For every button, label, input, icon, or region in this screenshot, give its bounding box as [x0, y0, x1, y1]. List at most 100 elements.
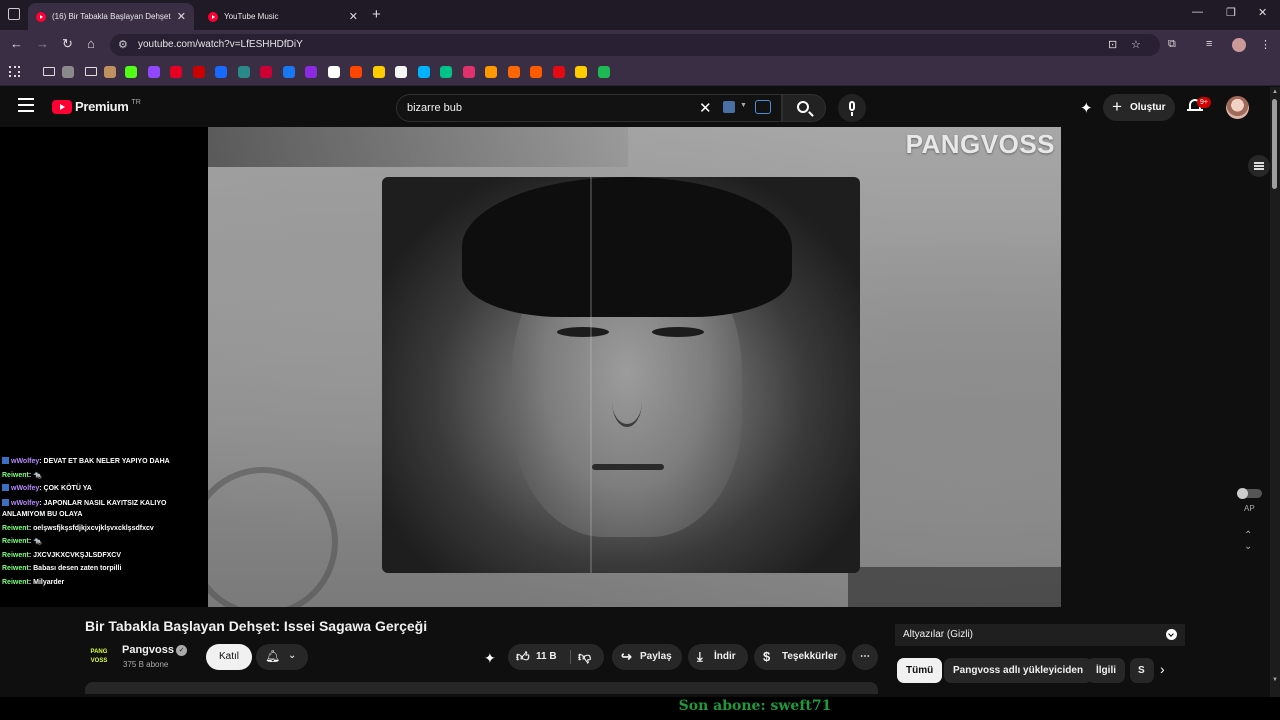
- bookmark-icon[interactable]: [507, 66, 520, 78]
- like-icon[interactable]: 👍︎: [516, 644, 530, 670]
- browser-tab-video[interactable]: (16) Bir Tabakla Başlayan Dehşet: I ✕: [28, 3, 194, 30]
- bookmark-icon[interactable]: [215, 66, 227, 78]
- share-icon: ↪: [621, 649, 632, 664]
- page-scrollbar[interactable]: ▲ ▼: [1270, 87, 1280, 697]
- scrollbar-thumb[interactable]: [1272, 99, 1277, 189]
- chevron-down-icon[interactable]: ▼: [740, 102, 747, 109]
- new-tab-button[interactable]: +: [372, 6, 381, 23]
- chat-messages: wWolfey: DEVAT ET BAK NELER YAPIYO DAHA R…: [2, 455, 202, 589]
- share-button[interactable]: ↪ Paylaş: [612, 644, 682, 670]
- bookmark-icon[interactable]: [372, 66, 385, 78]
- keyboard-icon[interactable]: [723, 101, 735, 113]
- address-bar[interactable]: ⚙ youtube.com/watch?v=LfESHHDfDiY: [110, 34, 1160, 56]
- extensions-icon[interactable]: ⧉: [1168, 38, 1176, 51]
- bookmark-icon[interactable]: [395, 66, 407, 78]
- chip-all[interactable]: Tümü: [897, 658, 943, 683]
- notification-count-badge: 9+: [1197, 97, 1211, 108]
- media-controls-icon[interactable]: ≡: [1206, 38, 1212, 50]
- bookmark-icon[interactable]: [417, 66, 430, 78]
- player-side-panel: [1061, 127, 1270, 607]
- search-input[interactable]: bizarre bub ✕ ▼: [396, 94, 782, 122]
- channel-name[interactable]: Pangvoss: [122, 644, 174, 656]
- more-actions-icon[interactable]: ⋯: [852, 644, 878, 670]
- back-icon[interactable]: ←: [10, 36, 23, 51]
- bookmark-icon[interactable]: [305, 66, 317, 78]
- bookmark-icon[interactable]: [282, 66, 295, 78]
- thanks-button[interactable]: $ Teşekkürler: [754, 644, 846, 670]
- create-button[interactable]: + Oluştur: [1103, 94, 1175, 121]
- bookmark-icon[interactable]: [485, 66, 497, 78]
- bookmark-icon[interactable]: [260, 66, 272, 78]
- voice-search-button[interactable]: [838, 94, 866, 122]
- tab-title: YouTube Music: [224, 12, 279, 21]
- scroll-up-icon[interactable]: ▲: [1272, 89, 1278, 95]
- bookmark-icon[interactable]: [192, 66, 205, 78]
- reload-icon[interactable]: ↻: [62, 36, 73, 52]
- clear-search-icon[interactable]: ✕: [699, 99, 712, 117]
- bookmark-star-icon[interactable]: ☆: [1131, 38, 1141, 51]
- browser-tab-youtube-music[interactable]: YouTube Music ✕: [200, 3, 366, 30]
- grunge-texture: [848, 567, 1061, 607]
- tab-search-icon[interactable]: [8, 8, 20, 20]
- bookmark-icon[interactable]: [327, 66, 340, 78]
- search-button[interactable]: [782, 94, 826, 122]
- ask-gemini-icon[interactable]: ✦: [484, 650, 496, 667]
- nose: [612, 377, 642, 427]
- captions-dropdown[interactable]: Altyazılar (Gizli): [895, 624, 1185, 646]
- minimize-window-icon[interactable]: —: [1192, 6, 1203, 18]
- gemini-icon[interactable]: ✦: [1080, 99, 1093, 117]
- channel-avatar[interactable]: PANG VOSS: [85, 643, 113, 671]
- account-avatar[interactable]: [1226, 96, 1249, 119]
- home-icon[interactable]: ⌂: [87, 36, 95, 51]
- chat-message: Reiwent: JXCVJKXCVKŞJLSDFXCV: [2, 549, 202, 563]
- youtube-premium-logo[interactable]: Premium TR: [52, 99, 141, 114]
- logo-region: TR: [131, 99, 141, 106]
- dislike-icon[interactable]: 👎︎: [578, 644, 591, 670]
- bookmark-icon[interactable]: [530, 66, 542, 78]
- chip-from-uploader[interactable]: Pangvoss adlı yükleyiciden: [944, 658, 1093, 683]
- profile-avatar[interactable]: [1232, 38, 1246, 52]
- scroll-down-icon[interactable]: ▼: [1272, 677, 1278, 683]
- bookmark-icon[interactable]: [350, 66, 362, 78]
- site-info-icon[interactable]: ⚙: [118, 38, 128, 51]
- description-box[interactable]: [85, 682, 878, 694]
- bookmark-icon[interactable]: [62, 66, 74, 78]
- close-tab-icon[interactable]: ✕: [349, 10, 358, 23]
- bookmark-icon[interactable]: [237, 66, 250, 78]
- folder-icon[interactable]: [43, 67, 55, 76]
- bookmark-icon[interactable]: [125, 66, 137, 78]
- bookmark-icon[interactable]: [104, 66, 116, 78]
- thanks-label: Teşekkürler: [782, 651, 838, 662]
- chip-related[interactable]: İlgili: [1087, 658, 1125, 683]
- subscription-notifications-button[interactable]: 🔔︎ ⌄: [256, 644, 308, 670]
- hamburger-menu-icon[interactable]: [18, 98, 34, 112]
- visual-search-icon[interactable]: [755, 100, 771, 114]
- chip-partial[interactable]: S: [1130, 658, 1154, 683]
- install-app-icon[interactable]: ⊡: [1108, 38, 1117, 51]
- bookmark-icon[interactable]: [597, 66, 610, 78]
- forward-icon[interactable]: →: [36, 36, 49, 51]
- bookmark-icon[interactable]: [170, 66, 182, 78]
- chat-badge-icon: [2, 484, 9, 491]
- bookmark-icon[interactable]: [440, 66, 452, 78]
- bookmark-icon[interactable]: [575, 66, 587, 78]
- chat-username: wWolfey: [11, 458, 40, 465]
- close-tab-icon[interactable]: ✕: [177, 10, 186, 23]
- bookmark-icon[interactable]: [552, 66, 565, 78]
- download-button[interactable]: ⤓ İndir: [688, 644, 748, 670]
- video-player[interactable]: PANGVOSS: [208, 127, 1061, 607]
- restore-window-icon[interactable]: ❐: [1226, 6, 1236, 19]
- bookmark-icon[interactable]: [147, 66, 160, 78]
- join-button[interactable]: Katıl: [206, 644, 252, 670]
- autoplay-toggle[interactable]: [1237, 488, 1262, 499]
- like-count[interactable]: 11 B: [536, 644, 557, 670]
- browser-menu-icon[interactable]: ⋮: [1260, 38, 1271, 51]
- apps-grid-icon[interactable]: [9, 66, 20, 77]
- close-window-icon[interactable]: ✕: [1258, 6, 1267, 19]
- chevron-right-icon[interactable]: ›: [1160, 661, 1165, 677]
- subscriber-count: 375 B abone: [123, 660, 169, 669]
- chat-list-icon[interactable]: [1248, 155, 1270, 177]
- bookmark-icon[interactable]: [462, 66, 475, 78]
- expand-icon[interactable]: ⌃ ⌄: [1244, 530, 1252, 552]
- folder-icon[interactable]: [85, 67, 97, 76]
